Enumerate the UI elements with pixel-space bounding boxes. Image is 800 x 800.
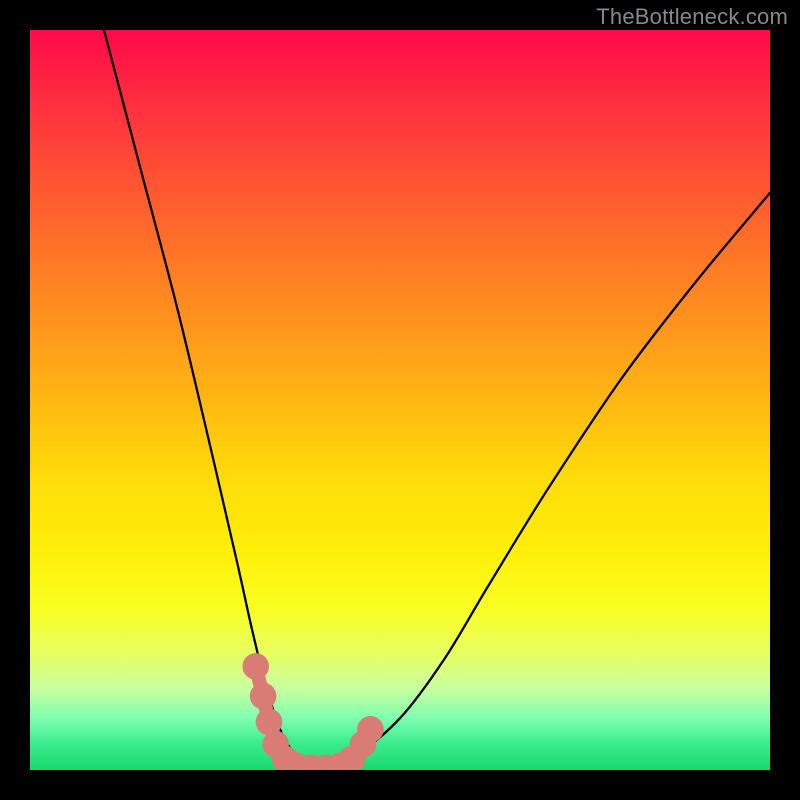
curve-marker xyxy=(256,709,283,736)
plot-area xyxy=(30,30,770,770)
curve-marker xyxy=(313,755,340,771)
chart-svg xyxy=(30,30,770,770)
marker-connector xyxy=(256,666,371,767)
curve-marker xyxy=(350,731,377,758)
curve-marker xyxy=(272,746,299,770)
curve-marker xyxy=(250,683,277,710)
curve-marker xyxy=(357,716,384,743)
curve-path xyxy=(104,30,770,764)
watermark: TheBottleneck.com xyxy=(596,4,788,30)
curve-marker xyxy=(242,653,269,680)
curve-marker xyxy=(339,746,366,770)
curve-marker xyxy=(328,752,355,770)
marker-group xyxy=(242,653,383,770)
curve-marker xyxy=(298,755,325,771)
curve-marker xyxy=(283,752,310,770)
curve-marker xyxy=(262,731,289,758)
chart-stage: TheBottleneck.com xyxy=(0,0,800,800)
